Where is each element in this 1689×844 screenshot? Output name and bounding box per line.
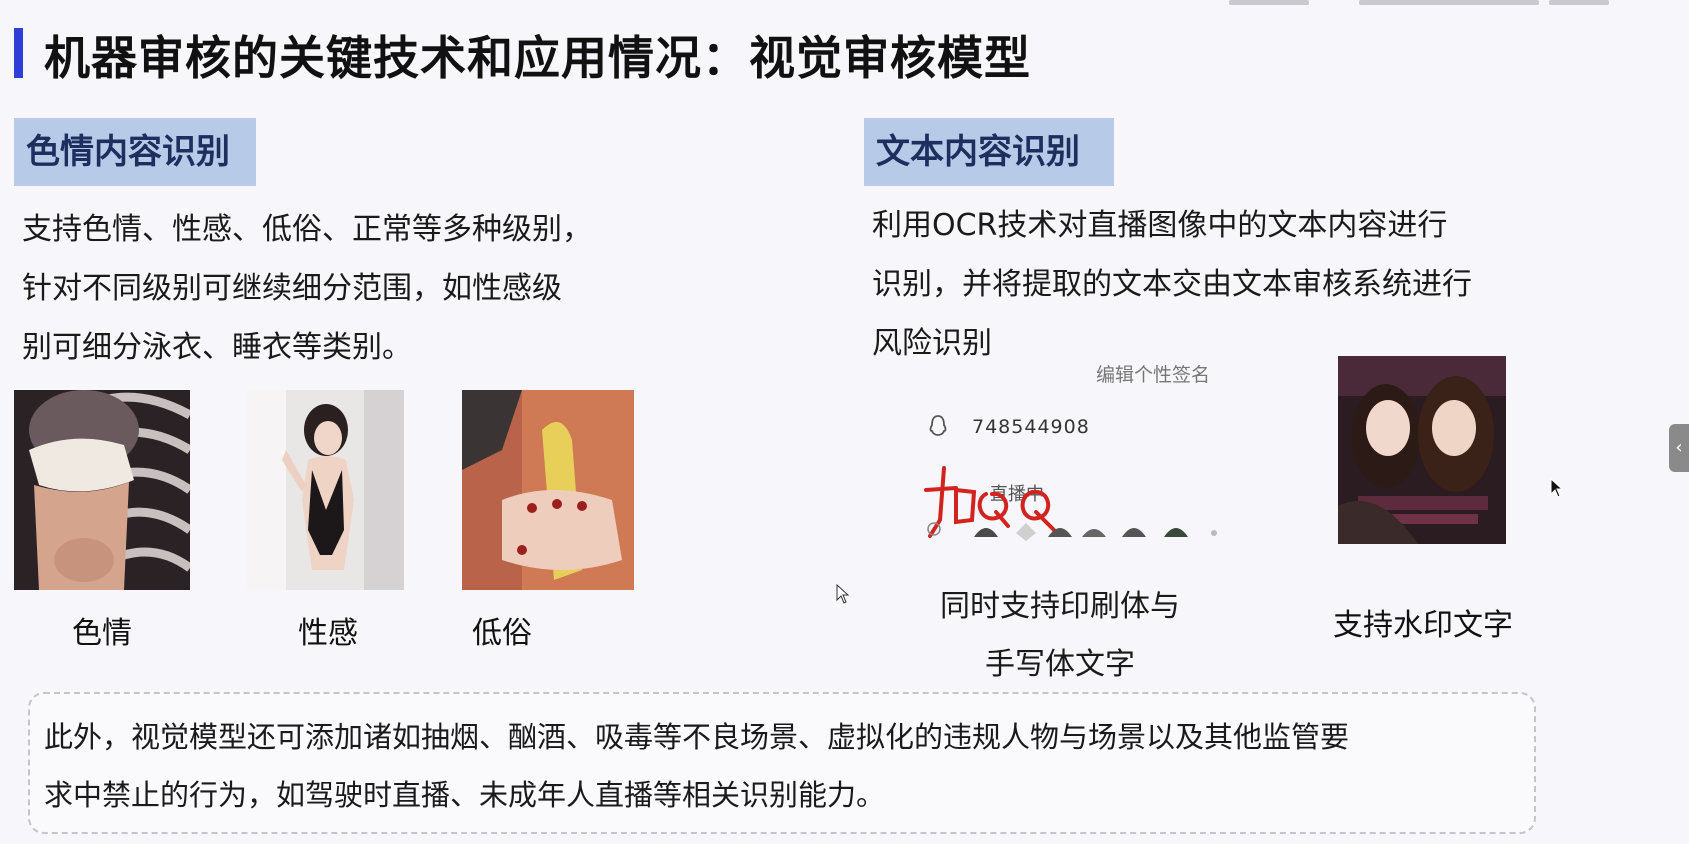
qq-number-text: 748544908 xyxy=(972,416,1090,438)
qq-penguin-icon xyxy=(929,415,947,436)
note-line: 此外，视觉模型还可添加诸如抽烟、酗酒、吸毒等不良场景、虚拟化的违规人物与场景以及… xyxy=(44,720,1350,754)
text-section-tag: 文本内容识别 xyxy=(864,118,1114,186)
description-line: 针对不同级别可继续细分范围，如性感级 xyxy=(22,271,562,306)
caption-line: 同时支持印刷体与 xyxy=(940,589,1180,624)
ocr-example-caption: 同时支持印刷体与 手写体文字 xyxy=(920,578,1200,694)
mouse-cursor-icon xyxy=(836,584,850,604)
photo-watermark-example xyxy=(1338,356,1506,544)
top-toolbar-fragment xyxy=(1219,0,1649,8)
example-label-sexy: 性感 xyxy=(298,616,358,651)
photo-vulgar-example xyxy=(462,390,634,590)
ocr-example-screenshot: 编辑个性签名 748544908 直播中 xyxy=(906,360,1246,560)
chevron-left-icon[interactable]: ‹ xyxy=(1669,424,1689,472)
photo-porn-example xyxy=(14,390,190,590)
additional-capabilities-note: 此外，视觉模型还可添加诸如抽烟、酗酒、吸毒等不良场景、虚拟化的违规人物与场景以及… xyxy=(28,692,1536,834)
porn-section-tag: 色情内容识别 xyxy=(14,118,256,186)
description-line: 识别，并将提取的文本交由文本审核系统进行 xyxy=(872,267,1472,302)
slide-title: 机器审核的关键技术和应用情况：视觉审核模型 xyxy=(44,31,1031,85)
description-line: 别可细分泳衣、睡衣等类别。 xyxy=(22,330,412,365)
signature-edit-header: 编辑个性签名 xyxy=(1096,364,1211,386)
slide: 机器审核的关键技术和应用情况：视觉审核模型 色情内容识别 支持色情、性感、低俗、… xyxy=(0,0,1689,844)
text-section-description: 利用OCR技术对直播图像中的文本内容进行 识别，并将提取的文本交由文本审核系统进… xyxy=(872,196,1552,373)
caption-line: 手写体文字 xyxy=(985,647,1135,682)
watermark-example-caption: 支持水印文字 xyxy=(1333,608,1513,643)
example-label-porn: 色情 xyxy=(72,616,132,651)
description-line: 利用OCR技术对直播图像中的文本内容进行 xyxy=(872,208,1448,243)
badge-row xyxy=(926,515,1246,549)
title-accent-bar xyxy=(14,28,23,78)
mouse-pointer-icon xyxy=(1550,478,1564,498)
photo-sexy-example xyxy=(246,390,404,590)
porn-section-description: 支持色情、性感、低俗、正常等多种级别， 针对不同级别可继续细分范围，如性感级 别… xyxy=(22,200,662,377)
example-label-vulgar: 低俗 xyxy=(472,616,532,651)
note-line: 求中禁止的行为，如驾驶时直播、未成年人直播等相关识别能力。 xyxy=(44,778,886,812)
description-line: 支持色情、性感、低俗、正常等多种级别， xyxy=(22,212,592,247)
